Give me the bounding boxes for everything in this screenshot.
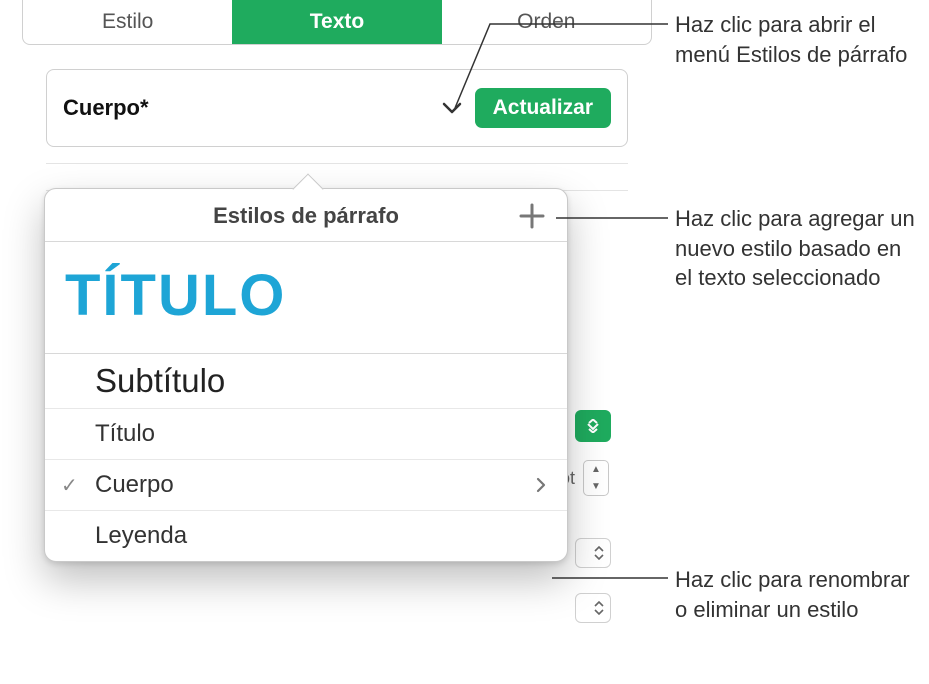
leader-lines	[0, 0, 929, 684]
